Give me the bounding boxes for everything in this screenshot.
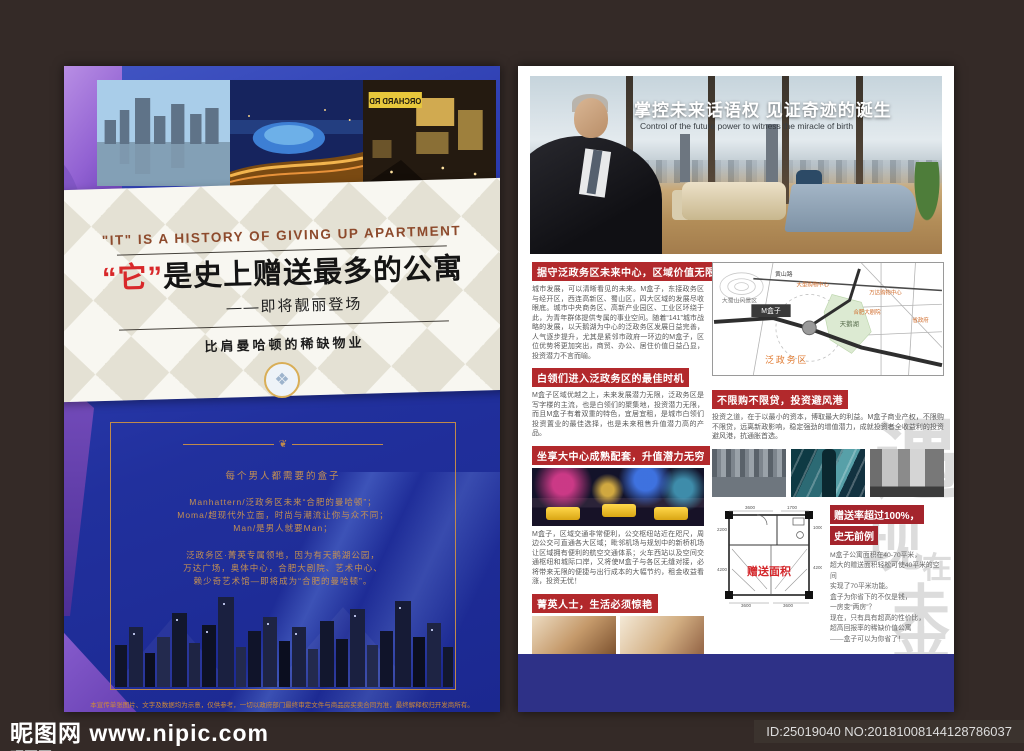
gift-body-line: 盒子为你省下的不仅是钱， (830, 593, 912, 601)
flyer-disclaimer: 本宣传单张图片、文字及数据均为示意，仅供参考，一切以政府部门最终审定文件与商品房… (90, 702, 474, 709)
section-title-s3: 坐享大中心成熟配套，升值潜力无穷 (532, 445, 710, 465)
left-column: 据守泛政务区未来中心，区域价值无限 城市发展，可以清晰看见的未来。M盒子，东接政… (532, 262, 721, 712)
plant (912, 162, 942, 228)
orchard-road-sign: ORCHARD RD (369, 97, 421, 106)
gift-body-line: 实现了70平米功能。 (830, 583, 892, 590)
gift-body-line: 现在，只有具有超高的性价比， (830, 614, 926, 622)
map-label-mountain: 大蜀山风景区 (722, 296, 757, 304)
dim-label: 3600 (783, 603, 794, 608)
section-title-s2: 白领们进入泛政务区的最佳时机 (532, 368, 689, 387)
header-photo: 掌控未来话语权 见证奇迹的诞生 Control of the future po… (530, 76, 942, 254)
box-heading: 每个男人都需要的盒子 (225, 471, 341, 482)
city-skyline-silhouette (113, 597, 453, 687)
night-street-photo (532, 467, 704, 526)
map-label-gov: 省政府 (912, 316, 929, 324)
divider-line (119, 320, 449, 331)
swan-lake-theater-night-photo (230, 80, 363, 186)
left-flyer: ORCHARD RD "IT" IS A HISTORY OF GIVING U… (64, 66, 500, 712)
sofa (682, 182, 786, 220)
dim-label: 2200 (717, 527, 728, 532)
diamond-icon: ❖ (274, 370, 290, 389)
banner-headline: “它”是史上赠送最多的公寓 (64, 251, 500, 298)
floor-plan: 赠送面积 3600 1700 1000 4200 3600 3600 2200 … (717, 505, 822, 608)
bw-skyline-photo (712, 448, 786, 497)
gift-title-line1: 赠送率超过100%， (830, 504, 924, 524)
map-label-project: M盒子 (761, 306, 781, 315)
box-line: Moma/超现代外立面，时尚与潮流让你与众不同； (177, 510, 389, 520)
section-title-s4: 不限购不限贷，投资避风港 (712, 390, 848, 409)
floorplan-label: 赠送面积 (747, 564, 791, 578)
box-line: Man/是男人就要Man； (233, 523, 333, 533)
taxi (546, 506, 580, 520)
box-line: Manhattern/泛政务区未来“合肥的曼哈顿”； (189, 497, 377, 507)
diamond-badge: ❖ (264, 362, 300, 398)
city-photo-strip: ORCHARD RD (97, 80, 496, 186)
headline-quoted-it: “它” (101, 261, 164, 296)
executive-desk (784, 184, 920, 232)
dim-label: 1000 (813, 525, 822, 530)
box-line: 万达广场，奥体中心，合肥大剧院、艺术中心、 (183, 563, 383, 573)
tower-silhouette (766, 124, 778, 182)
section-body-s4: 投资之道，在于以最小的资本，博取最大的利益。M盒子商业产权，不限购不限贷，远离新… (712, 414, 944, 440)
section-body-s1: 城市发展，可以清晰看见的未来。M盒子，东接政务区与经开区，西连高新区、蜀山区，四… (532, 286, 704, 360)
businessman-head (574, 98, 608, 138)
gift-body-line: 一房变“两房”？ (830, 604, 876, 611)
gift-section: 赠送面积 3600 1700 1000 4200 3600 3600 2200 … (712, 503, 944, 663)
man-silhouette (822, 448, 837, 497)
taxi (654, 506, 688, 520)
gold-frame-box: ❦ 每个男人都需要的盒子 Manhattern/泛政务区未来“合肥的曼哈顿”； … (110, 422, 456, 690)
orchard-road-shopping-night-photo: ORCHARD RD (363, 80, 496, 186)
site-watermark: 昵图网 www.nipic.com (10, 720, 269, 746)
investment-photos (712, 448, 944, 497)
map-label-district: 泛政务区 (765, 354, 808, 365)
section-title-s5: 菁英人士，生活必须惊艳 (532, 593, 658, 613)
right-column: M盒子 大蜀山风景区 黄山路 天鹅湖 大型购物中心 万达购物中心 合肥大剧院 省… (712, 262, 944, 663)
gift-body-line: 超高回报率的稀缺价值公寓 (830, 625, 912, 632)
map-label-lake: 天鹅湖 (840, 319, 859, 328)
section-body-s2: M盒子区域优越之上，未来发展潜力无限，泛政务区是写字楼的主流，也是白领们的聚集地… (532, 392, 704, 437)
gift-title-line2: 史无前例 (830, 525, 878, 545)
gift-rate-block: 赠送率超过100%， 史无前例 M盒子公寓面积在40-70平米， 超大的赠送面积… (830, 504, 942, 646)
dim-label: 1700 (787, 505, 798, 510)
box-paragraph-1: Manhattern/泛政务区未来“合肥的曼哈顿”； Moma/超现代外立面，时… (111, 496, 455, 535)
flourish-divider: ❦ (178, 439, 388, 450)
office-interior-photo (870, 448, 944, 497)
bottom-blue-bar (518, 654, 954, 712)
gift-body-line: M盒子公寓面积在40-70平米， (830, 551, 922, 559)
taxi (602, 503, 636, 517)
map-label-road: 黄山路 (775, 270, 793, 278)
header-subtitle: Control of the future power to witness t… (640, 121, 854, 131)
right-flyer: 遇 现 在 未 来 掌控未来话语权 见证奇迹的诞生 Control of the… (518, 66, 954, 712)
stock-preview-page: ORCHARD RD "IT" IS A HISTORY OF GIVING U… (0, 0, 1024, 751)
location-map: M盒子 大蜀山风景区 黄山路 天鹅湖 大型购物中心 万达购物中心 合肥大剧院 省… (712, 262, 944, 376)
dim-label: 4200 (813, 565, 822, 570)
gift-body-line: 超大的赠送面积轻松可使40平米的空间 (830, 562, 940, 580)
gift-body-line: ——盒子可以为你省了！ (830, 635, 905, 643)
gift-body: M盒子公寓面积在40-70平米， 超大的赠送面积轻松可使40平米的空间 实现了7… (830, 551, 942, 646)
city-day-photo (97, 80, 230, 186)
box-paragraph-2: 泛政务区·菁英专属领地，因为有天鹅湖公园， 万达广场，奥体中心，合肥大剧院、艺术… (111, 549, 455, 588)
banner-subtitle: ——即将靓丽登场 (226, 295, 363, 317)
site-watermark-clipped: 昵图网 www.nipic.com (10, 747, 157, 751)
map-label-theater: 合肥大剧院 (854, 308, 882, 316)
dim-label: 3600 (741, 603, 752, 608)
image-id-badge: ID:25019040 NO:20181008144128786037 (754, 720, 1024, 743)
flourish-icon: ❦ (278, 439, 288, 450)
box-line: 泛政务区·菁英专属领地，因为有天鹅湖公园， (186, 550, 380, 560)
banner-tagline: 比肩曼哈顿的稀缺物业 (204, 334, 365, 355)
section-body-s3: M盒子，区域交通非常便利，公交枢纽站近在咫尺，周边公交可直通各大区域；毗邻机场与… (532, 530, 704, 586)
dim-label: 3600 (745, 505, 756, 510)
map-label-mall: 大型购物中心 (797, 281, 830, 289)
section-title-s1: 据守泛政务区未来中心，区域价值无限 (532, 262, 721, 281)
header-title: 掌控未来话语权 见证奇迹的诞生 (634, 101, 892, 120)
tower-silhouette (680, 134, 690, 182)
map-label-wanda: 万达购物中心 (869, 288, 902, 296)
headline-rest: 是史上赠送最多的公寓 (162, 252, 464, 294)
man-at-window-photo (791, 448, 865, 497)
dim-label: 4200 (717, 567, 728, 572)
